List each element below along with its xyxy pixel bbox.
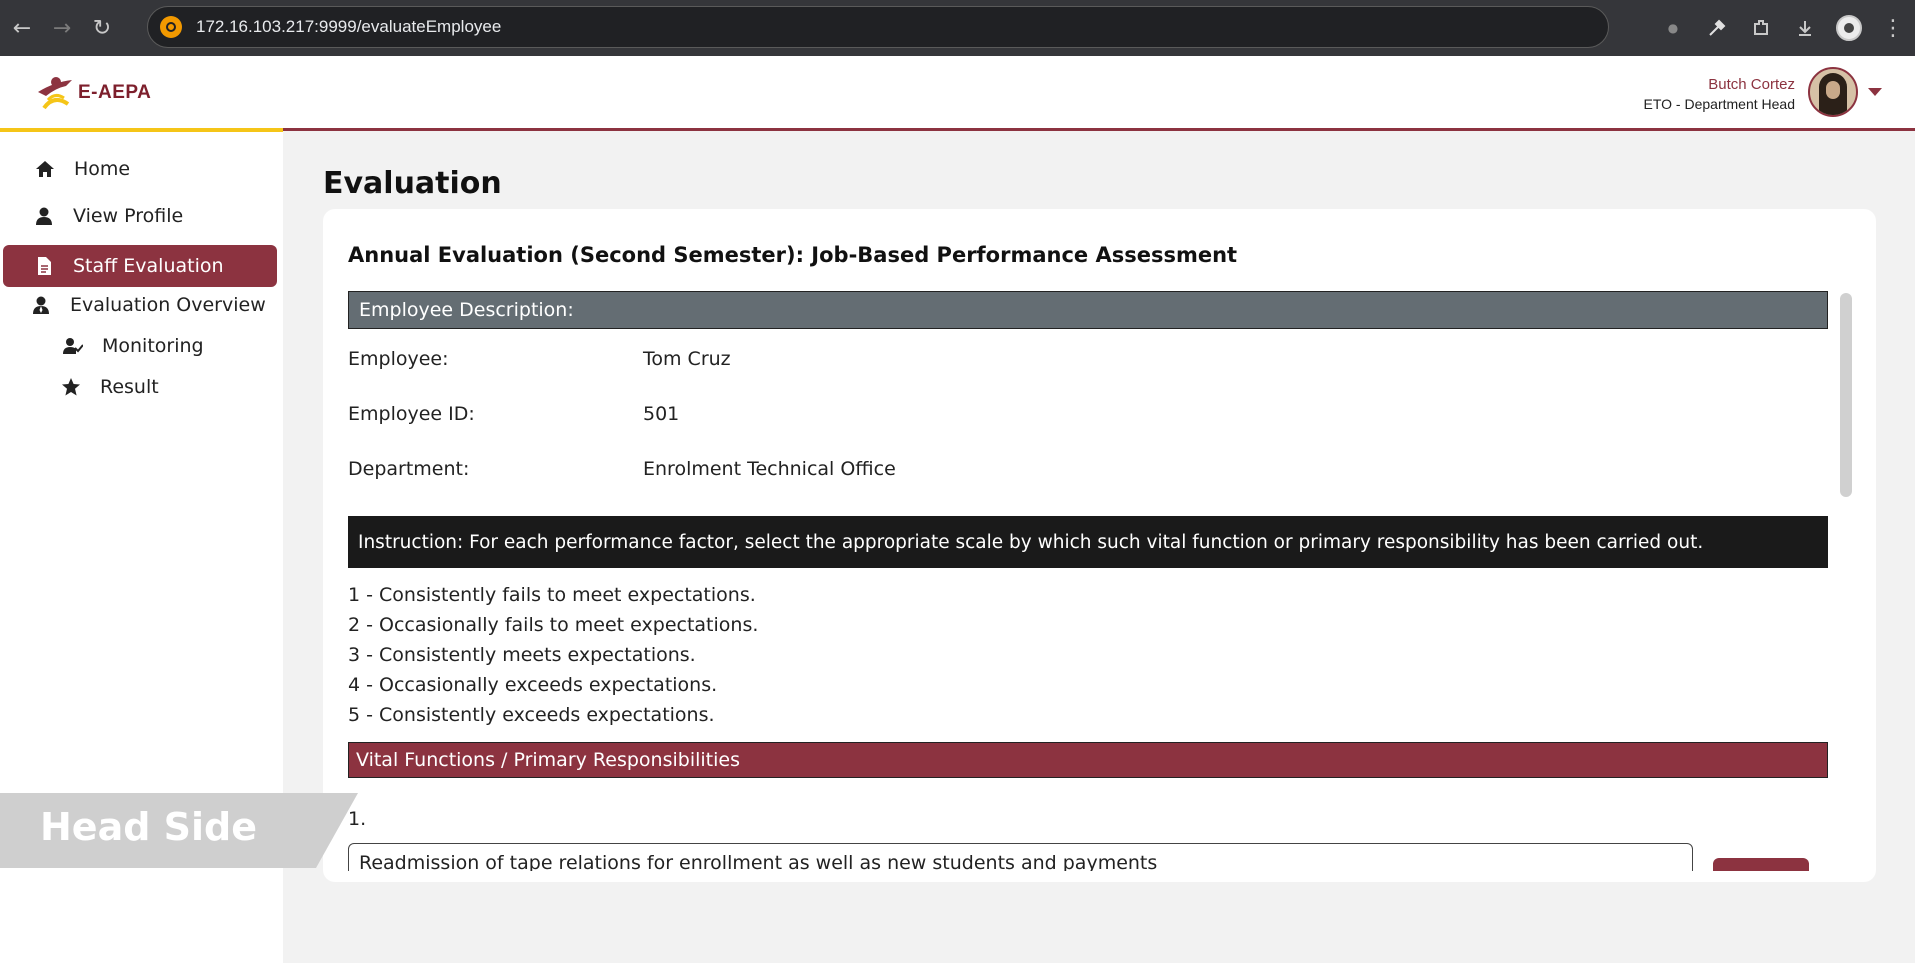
sidebar-item-label: Monitoring [102,335,204,357]
sidebar-item-label: View Profile [73,205,184,227]
employee-section-title: Employee Description: [359,299,574,321]
evaluation-card: Annual Evaluation (Second Semester): Job… [323,209,1876,882]
site-info-icon[interactable] [160,16,182,38]
user-role: ETO - Department Head [1643,96,1795,112]
sidebar-item-result[interactable]: Result [60,376,159,398]
chevron-down-icon[interactable] [1868,88,1882,96]
scale-item: 3 - Consistently meets expectations. [348,644,696,666]
logo-mark-icon [34,74,76,112]
app-logo[interactable]: E-AEPA [34,74,151,112]
sidebar-item-staff-evaluation[interactable]: Staff Evaluation [3,245,277,287]
scale-item: 5 - Consistently exceeds expectations. [348,704,715,726]
scrollbar[interactable] [1840,293,1852,497]
logo-text: E-AEPA [78,82,152,103]
department-value: Enrolment Technical Office [643,458,896,480]
scale-item: 2 - Occasionally fails to meet expectati… [348,614,759,636]
star-icon [60,376,82,398]
employee-id-value: 501 [643,403,680,425]
sidebar-item-evaluation-overview[interactable]: Evaluation Overview [30,294,266,316]
extension-dot-icon[interactable]: ● [1651,6,1695,50]
page-title: Evaluation [323,166,502,201]
rating-select-button[interactable] [1713,858,1809,871]
employee-section-header: Employee Description: [348,291,1828,329]
menu-icon[interactable]: ⋮ [1871,6,1915,50]
user-check-icon [62,335,84,357]
profile-icon[interactable] [1827,6,1871,50]
sidebar-item-label: Staff Evaluation [73,255,224,277]
employee-label: Employee: [348,348,449,370]
scale-item: 4 - Occasionally exceeds expectations. [348,674,718,696]
instruction-text: Instruction: For each performance factor… [358,531,1704,553]
app-header [0,56,1915,130]
employee-value: Tom Cruz [643,348,731,370]
responsibility-field[interactable]: Readmission of tape relations for enroll… [348,843,1693,871]
browser-toolbar: ← → ↻ 172.16.103.217:9999/evaluateEmploy… [0,0,1915,56]
user-tie-icon [30,294,52,316]
url-text[interactable]: 172.16.103.217:9999/evaluateEmployee [196,17,501,37]
sidebar-item-view-profile[interactable]: View Profile [33,205,183,227]
sidebar-item-label: Result [100,376,159,398]
sidebar-item-monitoring[interactable]: Monitoring [62,335,204,357]
address-bar[interactable]: 172.16.103.217:9999/evaluateEmployee [147,6,1609,48]
sidebar-item-label: Home [74,158,131,180]
head-side-banner: Head Side [0,793,358,868]
evaluation-form-scroll[interactable]: Employee Description: Employee: Tom Cruz… [323,291,1876,871]
sidebar-item-home[interactable]: Home [34,158,130,180]
eyedropper-icon[interactable] [1695,6,1739,50]
user-icon [33,205,55,227]
department-label: Department: [348,458,470,480]
employee-id-label: Employee ID: [348,403,475,425]
download-icon[interactable] [1783,6,1827,50]
document-icon [33,255,55,277]
forward-icon[interactable]: → [44,10,80,46]
back-icon[interactable]: ← [4,10,40,46]
user-name: Butch Cortez [1708,76,1795,93]
card-title: Annual Evaluation (Second Semester): Job… [348,243,1238,267]
scale-item: 1 - Consistently fails to meet expectati… [348,584,756,606]
banner-text: Head Side [40,805,258,849]
user-info[interactable]: Butch Cortez ETO - Department Head [1644,76,1795,112]
avatar[interactable] [1808,67,1858,117]
instruction-banner: Instruction: For each performance factor… [348,516,1828,568]
sidebar-item-label: Evaluation Overview [70,294,266,316]
home-icon [34,158,56,180]
extensions-icon[interactable] [1739,6,1783,50]
header-accent-red [283,128,1915,131]
vital-functions-header: Vital Functions / Primary Responsibiliti… [348,742,1828,778]
vital-functions-title: Vital Functions / Primary Responsibiliti… [356,749,740,771]
reload-icon[interactable]: ↻ [84,10,120,46]
